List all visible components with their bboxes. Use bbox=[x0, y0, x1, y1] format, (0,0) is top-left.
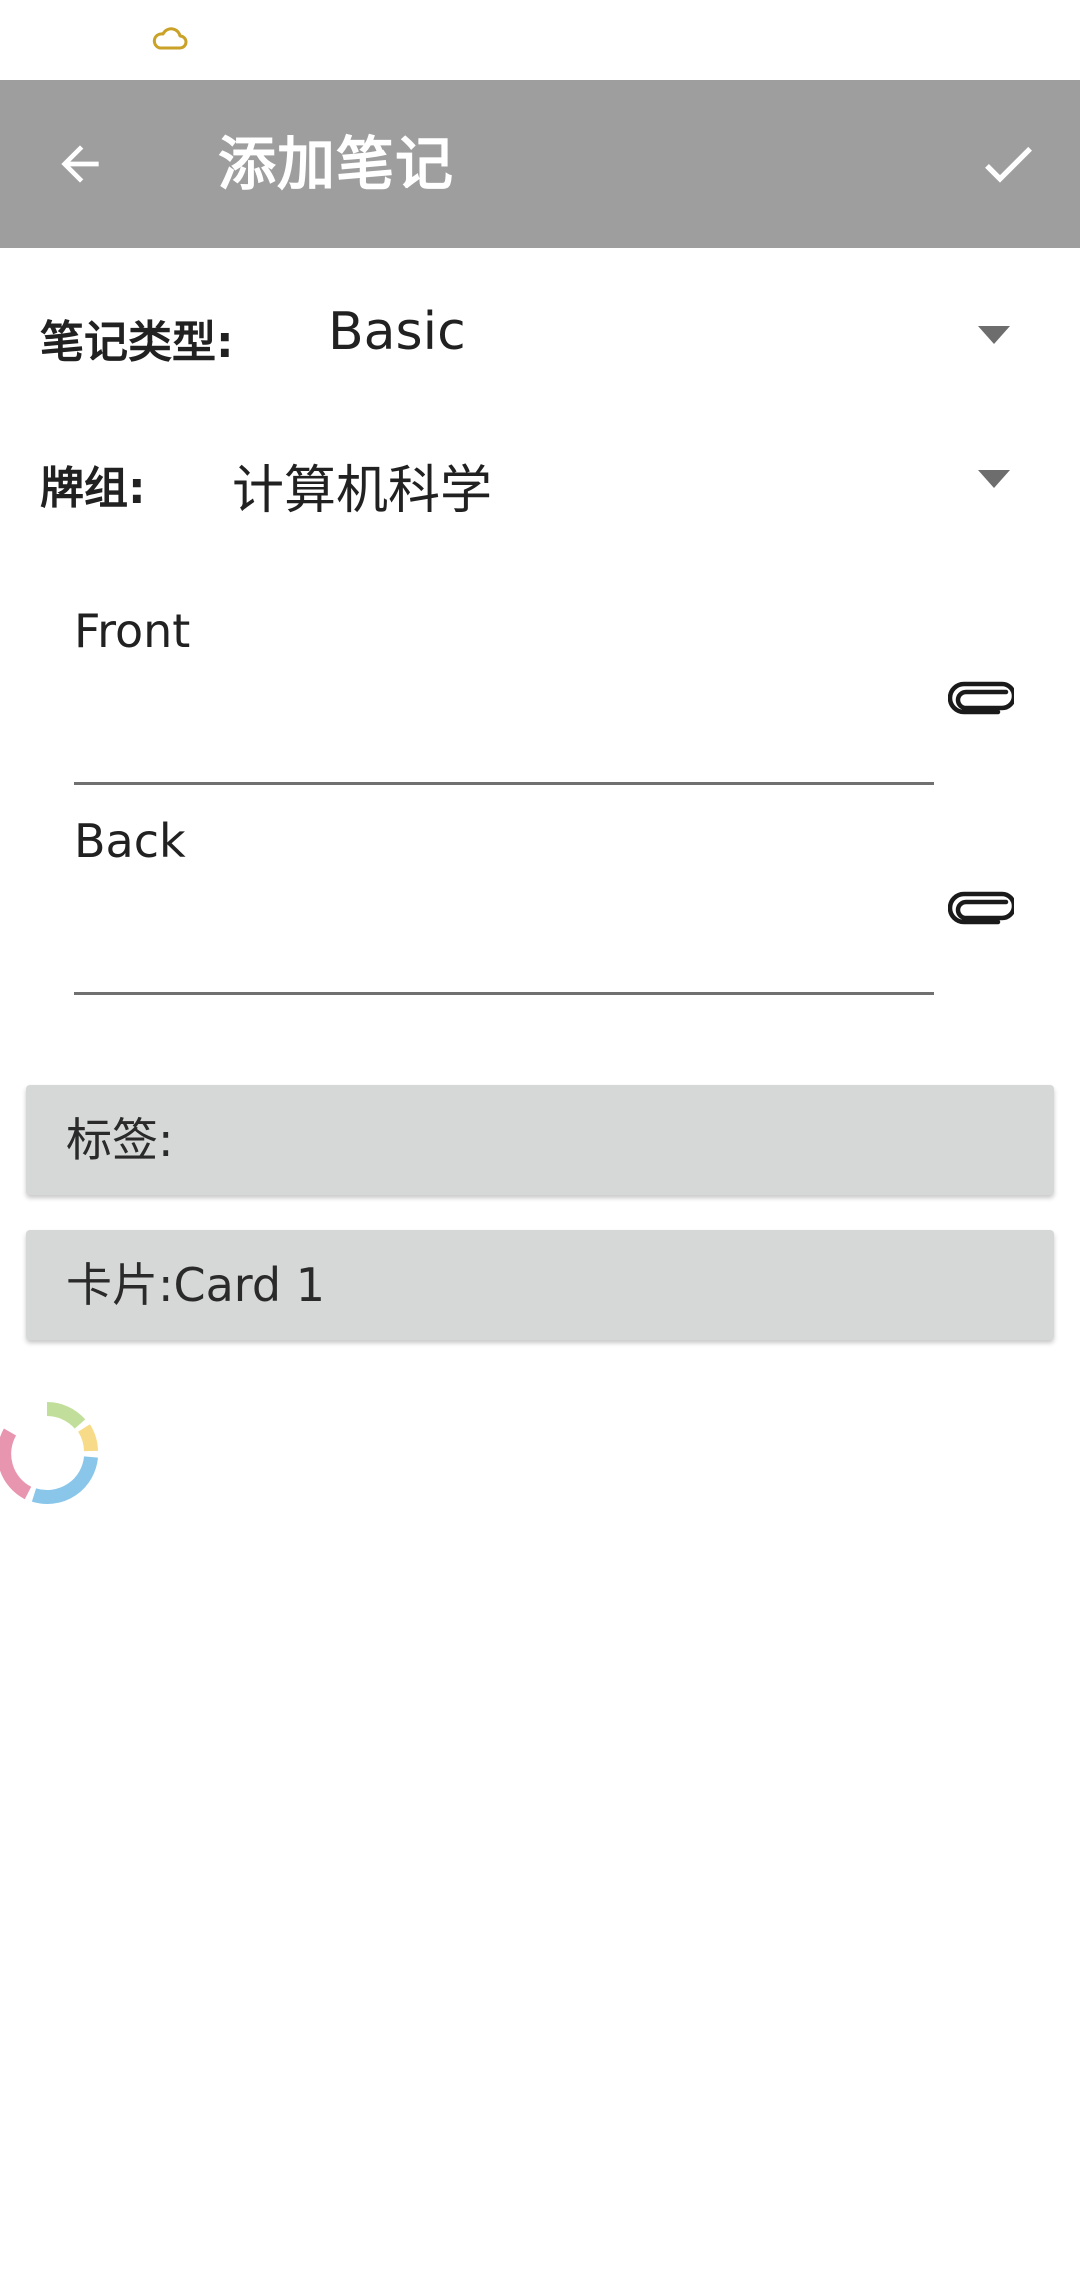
tags-button[interactable]: 标签: bbox=[26, 1085, 1054, 1195]
arrow-back-icon bbox=[61, 145, 99, 183]
back-field-underline bbox=[74, 992, 934, 995]
tags-button-label: 标签: bbox=[66, 1113, 174, 1167]
cloud-status-icon bbox=[152, 27, 188, 50]
deck-label: 牌组: bbox=[40, 463, 146, 514]
front-field-input[interactable] bbox=[74, 670, 934, 770]
back-field-input[interactable] bbox=[74, 880, 934, 980]
save-button[interactable] bbox=[968, 124, 1048, 204]
deck-select[interactable]: 计算机科学 bbox=[232, 448, 492, 523]
front-field-label: Front bbox=[74, 604, 191, 658]
note-type-select[interactable]: Basic bbox=[328, 302, 466, 362]
check-icon bbox=[985, 146, 1032, 183]
paperclip-icon[interactable] bbox=[948, 678, 1014, 722]
back-button[interactable] bbox=[40, 124, 120, 204]
cards-button-label: 卡片:Card 1 bbox=[66, 1258, 325, 1312]
back-field-label: Back bbox=[74, 814, 186, 868]
loading-spinner-icon bbox=[0, 1402, 98, 1504]
paperclip-icon[interactable] bbox=[948, 888, 1014, 932]
page-title: 添加笔记 bbox=[218, 130, 455, 198]
dropdown-arrow-icon[interactable] bbox=[978, 326, 1010, 344]
cards-button[interactable]: 卡片:Card 1 bbox=[26, 1230, 1054, 1340]
front-field-underline bbox=[74, 782, 934, 785]
note-type-label: 笔记类型: bbox=[40, 317, 234, 368]
dropdown-arrow-icon[interactable] bbox=[978, 470, 1010, 488]
app-bar: 添加笔记 bbox=[0, 80, 1080, 248]
status-bar bbox=[0, 0, 1080, 80]
